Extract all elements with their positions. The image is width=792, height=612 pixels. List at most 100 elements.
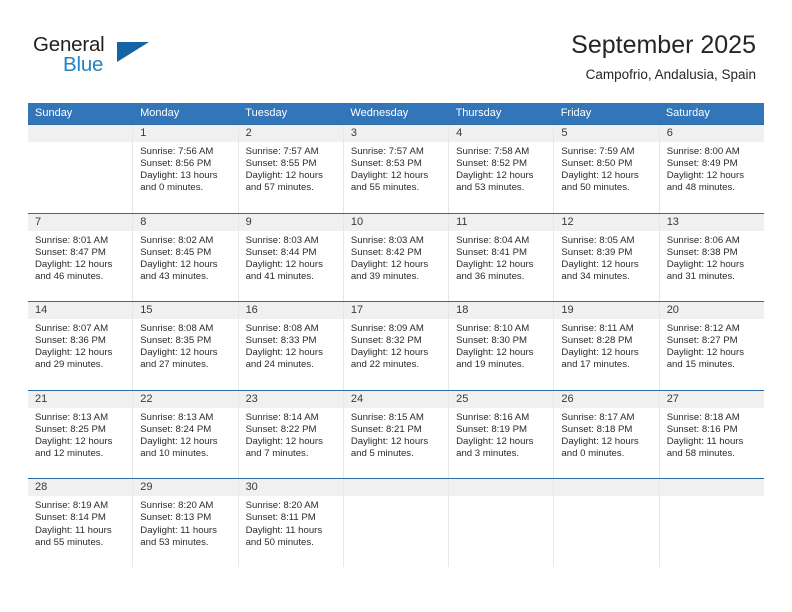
day-cell[interactable]: 9 Sunrise: 8:03 AM Sunset: 8:44 PM Daylight… <box>238 213 344 302</box>
day-cell[interactable]: 25 Sunrise: 8:16 AM Sunset: 8:19 PM Dayligh… <box>449 390 555 479</box>
day-detail-line: Daylight: 12 hours <box>140 435 218 447</box>
day-detail-line: Sunrise: 8:12 AM <box>666 323 740 335</box>
day-number <box>659 479 764 497</box>
day-cell[interactable]: 19 Sunrise: 8:11 AM Sunset: 8:28 PM Dayligh… <box>554 302 660 390</box>
day-number: 21 <box>28 390 133 408</box>
page-title: September 2025 <box>571 31 756 59</box>
day-detail-line: and 19 minutes. <box>456 359 525 371</box>
day-cell[interactable]: 28 Sunrise: 8:19 AM Sunset: 8:14 PM Dayligh… <box>28 479 134 567</box>
day-detail-line: and 29 minutes. <box>35 359 104 371</box>
day-number: 25 <box>449 390 554 408</box>
day-number: 8 <box>133 213 238 231</box>
day-detail-line: Sunset: 8:24 PM <box>140 423 212 435</box>
day-detail-line: Daylight: 11 hours <box>245 524 323 536</box>
day-detail-line: Sunset: 8:45 PM <box>140 246 212 258</box>
day-details: Sunrise: 7:59 AM Sunset: 8:50 PM Daylight:… <box>554 142 658 194</box>
day-detail-line: Sunset: 8:44 PM <box>245 246 317 258</box>
calendar-week-row: 28 Sunrise: 8:19 AM Sunset: 8:14 PM Dayligh… <box>28 478 764 567</box>
day-number: 23 <box>238 390 343 408</box>
generalblue-logo[interactable]: General Blue <box>33 33 163 81</box>
weekday-header-friday: Friday <box>560 107 592 119</box>
day-detail-line: Daylight: 12 hours <box>561 170 639 182</box>
day-cell[interactable]: 13 Sunrise: 8:06 AM Sunset: 8:38 PM Dayligh… <box>659 213 764 302</box>
day-detail-line: Daylight: 12 hours <box>35 258 113 270</box>
day-detail-line: Sunset: 8:32 PM <box>350 335 422 347</box>
day-number: 17 <box>343 302 449 320</box>
day-cell[interactable]: 12 Sunrise: 8:05 AM Sunset: 8:39 PM Dayligh… <box>554 213 660 302</box>
day-cell[interactable]: 20 Sunrise: 8:12 AM Sunset: 8:27 PM Dayligh… <box>659 302 764 390</box>
day-number: 6 <box>659 125 764 142</box>
day-number: 14 <box>28 302 133 320</box>
day-detail-line: Sunset: 8:41 PM <box>456 246 528 258</box>
day-detail-line: Sunset: 8:22 PM <box>245 423 317 435</box>
day-detail-line: Sunrise: 8:10 AM <box>456 323 530 335</box>
day-details: Sunrise: 8:08 AM Sunset: 8:33 PM Daylight:… <box>239 319 343 371</box>
day-detail-line: and 34 minutes. <box>561 270 630 282</box>
day-detail-line: Sunset: 8:36 PM <box>35 335 106 347</box>
day-cell[interactable]: 26 Sunrise: 8:17 AM Sunset: 8:18 PM Dayligh… <box>554 390 660 479</box>
day-cell[interactable]: 2 Sunrise: 7:57 AM Sunset: 8:55 PM Daylight… <box>238 125 344 213</box>
day-detail-line: Daylight: 12 hours <box>561 347 639 359</box>
day-detail-line: Sunrise: 8:01 AM <box>35 234 109 246</box>
day-cell[interactable]: 17 Sunrise: 8:09 AM Sunset: 8:32 PM Dayligh… <box>343 302 450 390</box>
day-detail-line: Sunrise: 8:16 AM <box>456 411 530 423</box>
day-detail-line: and 15 minutes. <box>666 359 735 371</box>
day-cell[interactable]: 24 Sunrise: 8:15 AM Sunset: 8:21 PM Dayligh… <box>343 390 450 479</box>
weekday-header-wednesday: Wednesday <box>350 107 409 119</box>
day-detail-line: and 27 minutes. <box>140 359 209 371</box>
day-cell[interactable]: 14 Sunrise: 8:07 AM Sunset: 8:36 PM Dayligh… <box>28 302 134 390</box>
day-cell[interactable]: 27 Sunrise: 8:18 AM Sunset: 8:16 PM Dayligh… <box>659 390 764 479</box>
day-detail-line: Sunset: 8:39 PM <box>561 246 633 258</box>
day-cell[interactable]: 29 Sunrise: 8:20 AM Sunset: 8:13 PM Dayligh… <box>133 479 239 567</box>
day-cell[interactable]: 30 Sunrise: 8:20 AM Sunset: 8:11 PM Dayligh… <box>238 479 344 567</box>
day-cell[interactable]: 5 Sunrise: 7:59 AM Sunset: 8:50 PM Daylight… <box>554 125 660 213</box>
day-number: 11 <box>449 213 554 231</box>
day-number: 22 <box>133 390 238 408</box>
day-number: 9 <box>238 213 343 231</box>
day-details: Sunrise: 8:06 AM Sunset: 8:38 PM Daylight:… <box>660 231 764 283</box>
day-detail-line: Daylight: 12 hours <box>561 435 639 447</box>
weekday-header-row: Sunday Monday Tuesday Wednesday Thursday Frid… <box>28 103 764 124</box>
calendar-grid: Sunday Monday Tuesday Wednesday Thursday Frid… <box>28 103 764 567</box>
day-number: 19 <box>554 302 659 320</box>
day-detail-line: Daylight: 11 hours <box>140 524 217 536</box>
day-cell[interactable]: 10 Sunrise: 8:03 AM Sunset: 8:42 PM Dayligh… <box>343 213 450 302</box>
day-detail-line: Daylight: 12 hours <box>35 435 113 447</box>
day-details <box>344 496 448 500</box>
day-detail-line: Sunset: 8:28 PM <box>561 335 633 347</box>
day-cell[interactable]: 18 Sunrise: 8:10 AM Sunset: 8:30 PM Dayligh… <box>449 302 555 390</box>
day-number <box>449 479 554 497</box>
day-cell[interactable]: 22 Sunrise: 8:13 AM Sunset: 8:24 PM Dayligh… <box>133 390 239 479</box>
day-details: Sunrise: 8:19 AM Sunset: 8:14 PM Daylight:… <box>28 496 132 548</box>
day-detail-line: Daylight: 12 hours <box>456 435 534 447</box>
day-detail-line: Sunset: 8:18 PM <box>561 423 633 435</box>
day-cell[interactable]: 1 Sunrise: 7:56 AM Sunset: 8:56 PM Daylight… <box>133 125 239 213</box>
day-detail-line: Sunrise: 8:00 AM <box>666 146 740 157</box>
day-cell[interactable]: 21 Sunrise: 8:13 AM Sunset: 8:25 PM Dayligh… <box>28 390 134 479</box>
day-cell[interactable]: 11 Sunrise: 8:04 AM Sunset: 8:41 PM Dayligh… <box>449 213 555 302</box>
day-cell[interactable]: 15 Sunrise: 8:08 AM Sunset: 8:35 PM Dayligh… <box>133 302 239 390</box>
day-cell[interactable]: 7 Sunrise: 8:01 AM Sunset: 8:47 PM Daylight… <box>28 213 134 302</box>
day-cell[interactable]: 23 Sunrise: 8:14 AM Sunset: 8:22 PM Dayligh… <box>238 390 344 479</box>
day-cell[interactable]: 8 Sunrise: 8:02 AM Sunset: 8:45 PM Daylight… <box>133 213 239 302</box>
day-detail-line: and 50 minutes. <box>561 182 630 194</box>
day-details: Sunrise: 8:04 AM Sunset: 8:41 PM Daylight:… <box>449 231 553 283</box>
day-detail-line: Sunrise: 8:03 AM <box>245 234 319 246</box>
day-cell[interactable]: 16 Sunrise: 8:08 AM Sunset: 8:33 PM Dayligh… <box>238 302 344 390</box>
day-detail-line: Sunrise: 8:07 AM <box>35 323 109 335</box>
day-detail-line: Daylight: 11 hours <box>35 524 112 536</box>
day-detail-line: Daylight: 12 hours <box>350 347 429 359</box>
day-cell-empty <box>659 479 764 567</box>
day-detail-line: and 48 minutes. <box>666 182 735 194</box>
weekday-header-saturday: Saturday <box>665 107 710 119</box>
day-cell[interactable]: 3 Sunrise: 7:57 AM Sunset: 8:53 PM Daylight… <box>343 125 450 213</box>
weekday-header-tuesday: Tuesday <box>245 107 288 119</box>
day-cell[interactable]: 4 Sunrise: 7:58 AM Sunset: 8:52 PM Daylight… <box>449 125 555 213</box>
day-detail-line: and 22 minutes. <box>350 359 420 371</box>
day-detail-line: and 3 minutes. <box>456 448 520 460</box>
day-cell[interactable]: 6 Sunrise: 8:00 AM Sunset: 8:49 PM Daylight… <box>659 125 764 213</box>
calendar-week-row: 21 Sunrise: 8:13 AM Sunset: 8:25 PM Dayligh… <box>28 389 764 479</box>
day-detail-line: Daylight: 12 hours <box>561 258 639 270</box>
day-details: Sunrise: 8:07 AM Sunset: 8:36 PM Daylight:… <box>28 319 132 371</box>
day-number: 16 <box>238 302 343 320</box>
